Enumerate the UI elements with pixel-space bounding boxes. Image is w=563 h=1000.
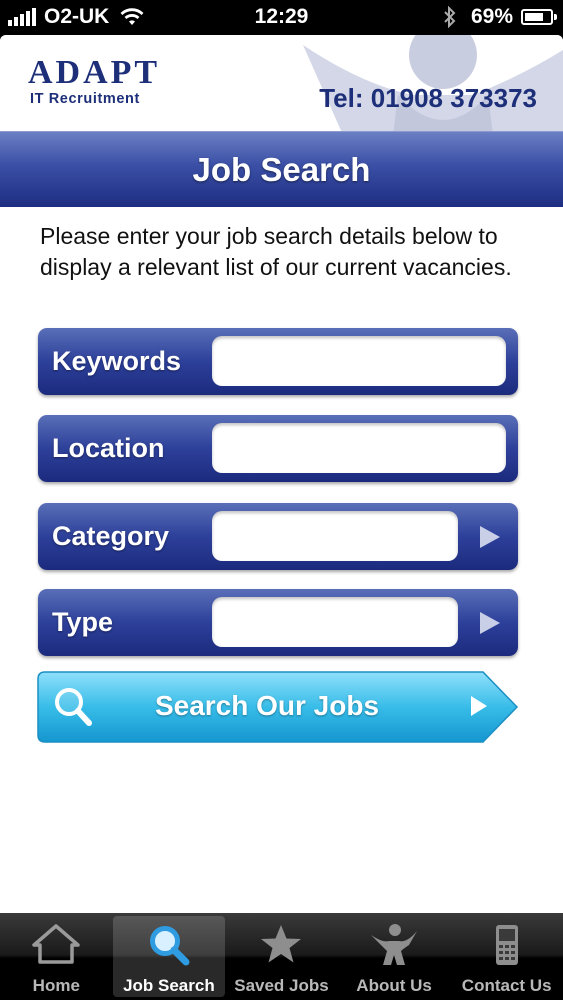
phone-number[interactable]: Tel: 01908 373373 — [319, 83, 537, 114]
status-bar: O2-UK 12:29 69% — [0, 0, 563, 35]
tab-home-label: Home — [32, 976, 80, 995]
tab-contact-us[interactable]: Contact Us — [450, 913, 563, 1000]
star-icon — [261, 925, 302, 963]
person-icon — [371, 924, 418, 965]
page-title: Job Search — [192, 150, 371, 188]
intro-text: Please enter your job search details bel… — [40, 223, 512, 280]
location-label: Location — [52, 433, 165, 463]
search-icon — [149, 926, 190, 966]
header: ADAPT IT Recruitment Tel: 01908 373373 — [0, 35, 563, 131]
home-icon — [32, 924, 81, 964]
search-jobs-label: Search Our Jobs — [154, 690, 380, 721]
tab-job-search-label: Job Search — [123, 976, 215, 995]
keywords-field: Keywords — [38, 328, 518, 395]
logo-subtitle: IT Recruitment — [30, 91, 140, 107]
tab-about-us-label: About Us — [356, 976, 432, 995]
tab-bar: Home Job Search Saved Jobs About Us Cont… — [0, 913, 563, 1000]
tab-job-search[interactable]: Job Search — [112, 916, 226, 997]
tab-saved-jobs[interactable]: Saved Jobs — [225, 913, 338, 1000]
search-jobs-button[interactable]: Search Our Jobs — [37, 671, 519, 743]
chevron-right-icon[interactable] — [480, 612, 500, 634]
tab-about-us[interactable]: About Us — [338, 913, 451, 1000]
type-label: Type — [52, 607, 114, 637]
tab-home[interactable]: Home — [0, 913, 113, 1000]
chevron-right-icon[interactable] — [480, 526, 500, 548]
location-field: Location — [38, 415, 518, 482]
type-select[interactable] — [212, 597, 458, 647]
play-arrow-icon — [471, 696, 487, 716]
keywords-input[interactable] — [212, 336, 506, 386]
status-right: 69% — [443, 5, 557, 29]
battery-icon — [521, 9, 557, 25]
company-logo: ADAPT IT Recruitment — [28, 54, 161, 108]
category-field[interactable]: Category — [38, 503, 518, 570]
category-label: Category — [52, 521, 170, 551]
battery-percent: 69% — [470, 5, 513, 28]
tab-contact-us-label: Contact Us — [461, 976, 552, 995]
location-input[interactable] — [212, 423, 506, 473]
keywords-label: Keywords — [52, 346, 182, 376]
title-bar: Job Search — [0, 131, 563, 207]
bluetooth-icon — [444, 6, 456, 28]
phone-icon — [495, 925, 518, 965]
logo-text: ADAPT — [28, 54, 161, 91]
app-screen: ADAPT IT Recruitment Tel: 01908 373373 J… — [0, 35, 563, 913]
category-select[interactable] — [212, 511, 458, 561]
tab-saved-jobs-label: Saved Jobs — [234, 976, 329, 995]
type-field[interactable]: Type — [38, 589, 518, 656]
